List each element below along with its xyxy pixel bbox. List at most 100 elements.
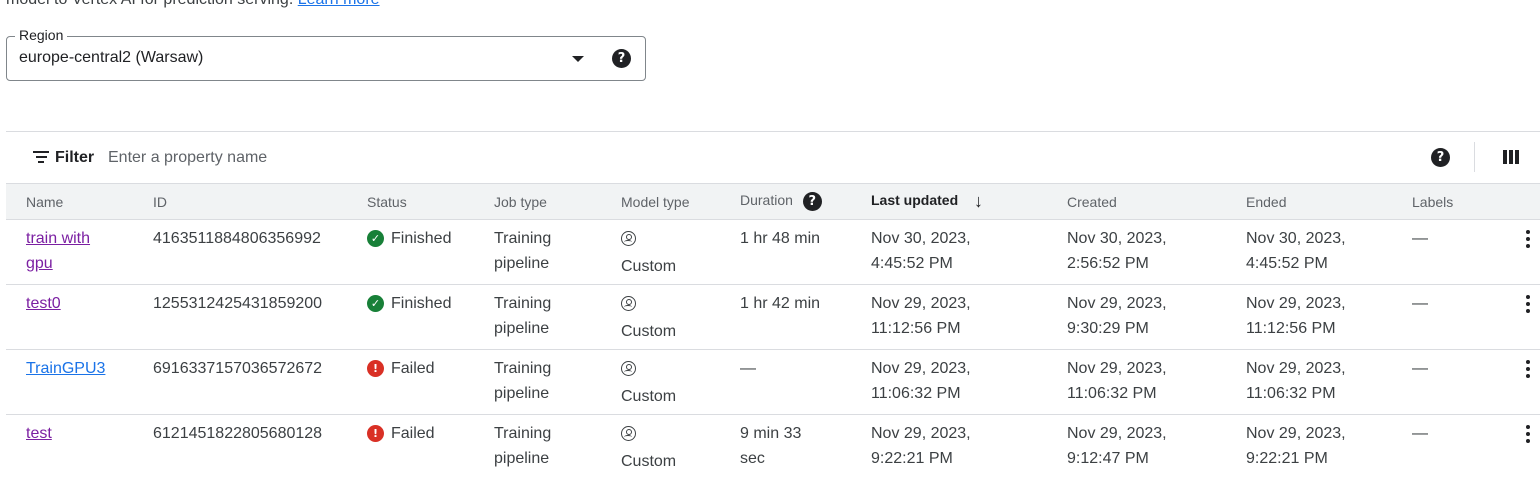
created-time: 9:30:29 PM <box>1067 320 1149 337</box>
job-type-line1: Training <box>494 360 552 377</box>
filter-list-icon[interactable] <box>33 151 49 163</box>
column-header-duration[interactable]: Duration ? <box>740 183 871 220</box>
duration-line1: 9 min 33 <box>740 425 802 442</box>
job-name-link[interactable]: test <box>26 425 52 442</box>
job-type-line1: Training <box>494 230 552 247</box>
filter-input[interactable] <box>108 146 608 170</box>
cell-model-type: Custom <box>621 284 740 350</box>
created-date: Nov 29, 2023, <box>1067 295 1167 312</box>
column-header-last-updated-label: Last updated <box>871 192 959 209</box>
cell-id: 6916337157036572672 <box>153 349 367 415</box>
duration-line1: — <box>740 360 756 377</box>
cell-labels: — <box>1412 284 1492 350</box>
region-select[interactable]: Region europe-central2 (Warsaw) ? <box>6 27 646 81</box>
cell-name: test <box>6 414 153 477</box>
job-type-line2: pipeline <box>494 450 550 467</box>
cell-model-type: Custom <box>621 219 740 285</box>
status-text: Finished <box>391 230 452 247</box>
column-header-ended[interactable]: Ended <box>1246 183 1412 220</box>
updated-date: Nov 30, 2023, <box>871 230 971 247</box>
job-name-link[interactable]: TrainGPU3 <box>26 360 105 377</box>
cell-id: 6121451822805680128 <box>153 414 367 477</box>
duration-line1: 1 hr 48 min <box>740 230 821 247</box>
error-icon: ! <box>367 360 384 377</box>
created-time: 9:12:47 PM <box>1067 450 1149 467</box>
cell-actions <box>1492 219 1540 285</box>
table-row: train with gpu 4163511884806356992 ✓ Finis… <box>6 219 1540 285</box>
column-header-id[interactable]: ID <box>153 183 367 220</box>
column-header-name[interactable]: Name <box>6 183 153 220</box>
column-header-last-updated[interactable]: Last updated ↓ <box>871 183 1067 220</box>
cell-ended: Nov 30, 2023, 4:45:52 PM <box>1246 219 1412 285</box>
column-header-job-type[interactable]: Job type <box>494 183 621 220</box>
region-value: europe-central2 (Warsaw) <box>19 49 204 66</box>
created-time: 11:06:32 PM <box>1067 385 1157 402</box>
account-circle-icon <box>621 361 636 376</box>
updated-time: 9:22:21 PM <box>871 450 953 467</box>
more-vert-icon[interactable] <box>1516 230 1540 248</box>
ended-date: Nov 30, 2023, <box>1246 230 1346 247</box>
job-type-line2: pipeline <box>494 255 550 272</box>
cell-duration: — <box>740 349 871 415</box>
cell-name: TrainGPU3 <box>6 349 153 415</box>
cell-created: Nov 29, 2023, 9:12:47 PM <box>1067 414 1246 477</box>
account-circle-icon <box>621 296 636 311</box>
model-type-text: Custom <box>621 388 677 405</box>
more-vert-icon[interactable] <box>1516 360 1540 378</box>
job-name-line1: train with <box>26 230 91 247</box>
cell-status: ✓ Finished <box>367 284 494 350</box>
cell-duration: 1 hr 42 min <box>740 284 871 350</box>
help-icon[interactable]: ? <box>1431 148 1450 167</box>
job-type-line2: pipeline <box>494 320 550 337</box>
cell-model-type: Custom <box>621 414 740 477</box>
check-circle-icon: ✓ <box>367 230 384 247</box>
column-header-created[interactable]: Created <box>1067 183 1246 220</box>
more-vert-icon[interactable] <box>1516 425 1540 443</box>
ended-time: 11:06:32 PM <box>1246 385 1336 402</box>
cell-actions <box>1492 349 1540 415</box>
duration-line2: sec <box>740 450 765 467</box>
column-header-model-type[interactable]: Model type <box>621 183 740 220</box>
cell-ended: Nov 29, 2023, 9:22:21 PM <box>1246 414 1412 477</box>
more-vert-icon[interactable] <box>1516 295 1540 313</box>
model-type-text: Custom <box>621 453 677 470</box>
updated-time: 11:12:56 PM <box>871 320 961 337</box>
created-date: Nov 30, 2023, <box>1067 230 1167 247</box>
cell-ended: Nov 29, 2023, 11:12:56 PM <box>1246 284 1412 350</box>
learn-more-link[interactable]: Learn more <box>298 0 380 8</box>
job-name-line2: gpu <box>26 255 53 272</box>
arrow-drop-down-icon[interactable] <box>572 56 584 62</box>
help-icon[interactable]: ? <box>802 192 822 211</box>
status-text: Failed <box>391 360 435 377</box>
account-circle-icon <box>621 231 636 246</box>
cell-created: Nov 29, 2023, 11:06:32 PM <box>1067 349 1246 415</box>
cell-model-type: Custom <box>621 349 740 415</box>
column-header-labels: Labels <box>1412 183 1492 220</box>
created-date: Nov 29, 2023, <box>1067 425 1167 442</box>
help-icon[interactable]: ? <box>612 49 631 68</box>
cell-last-updated: Nov 29, 2023, 11:12:56 PM <box>871 284 1067 350</box>
cell-name: test0 <box>6 284 153 350</box>
table-row: test 6121451822805680128 ! Failed Trainin… <box>6 414 1540 477</box>
cell-status: ! Failed <box>367 414 494 477</box>
column-display-options-icon[interactable] <box>1503 150 1519 164</box>
cell-job-type: Training pipeline <box>494 219 621 285</box>
column-header-duration-label: Duration <box>740 192 793 209</box>
job-name-link[interactable]: train with gpu <box>26 230 90 272</box>
status-text: Finished <box>391 295 452 312</box>
job-name-link[interactable]: test0 <box>26 295 61 312</box>
cell-job-type: Training pipeline <box>494 284 621 350</box>
ended-time: 4:45:52 PM <box>1246 255 1328 272</box>
cell-actions <box>1492 284 1540 350</box>
column-header-status[interactable]: Status <box>367 183 494 220</box>
ended-time: 9:22:21 PM <box>1246 450 1328 467</box>
account-circle-icon <box>621 426 636 441</box>
table-header-row: Name ID Status Job type Model type Durat… <box>6 183 1540 220</box>
arrow-downward-icon[interactable]: ↓ <box>974 191 983 212</box>
filter-label[interactable]: Filter <box>55 149 94 167</box>
created-time: 2:56:52 PM <box>1067 255 1149 272</box>
ended-date: Nov 29, 2023, <box>1246 295 1346 312</box>
duration-line1: 1 hr 42 min <box>740 295 821 312</box>
cell-labels: — <box>1412 414 1492 477</box>
model-type-text: Custom <box>621 258 677 275</box>
